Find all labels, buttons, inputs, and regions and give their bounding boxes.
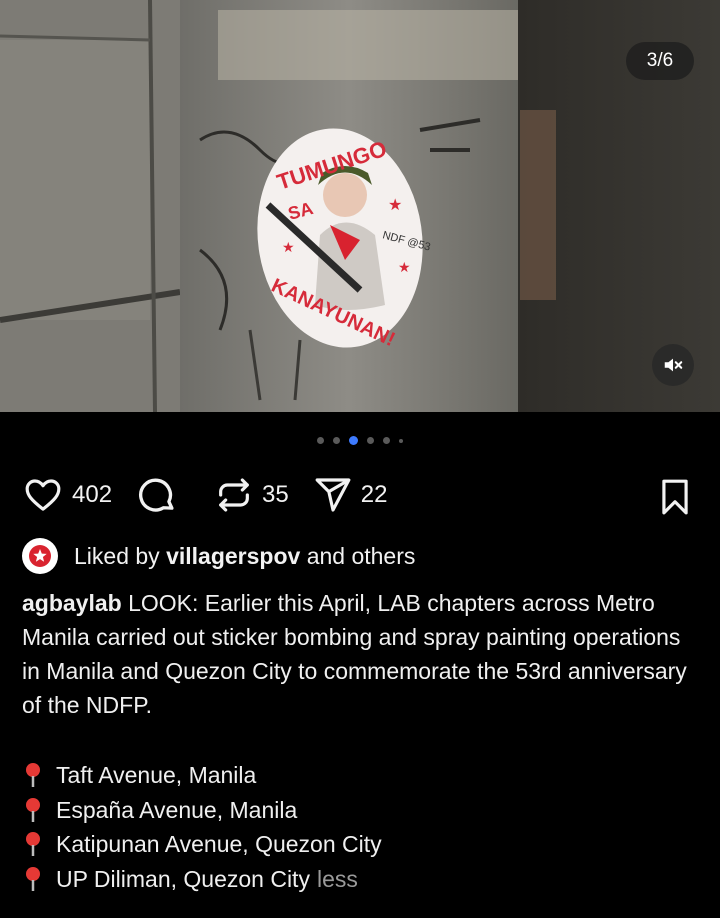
round-pushpin-icon <box>26 866 40 891</box>
comment-icon <box>139 478 174 512</box>
liked-by[interactable]: Liked by villagerspov and others <box>22 538 415 574</box>
comment-button[interactable] <box>136 474 178 516</box>
svg-text:★: ★ <box>282 239 295 255</box>
post-caption: agbaylab LOOK: Earlier this April, LAB c… <box>22 586 702 722</box>
carousel-dot <box>383 437 390 444</box>
repost-button[interactable]: 35 <box>214 475 289 515</box>
liker-avatar[interactable] <box>22 538 58 574</box>
location-text: UP Diliman, Quezon City <box>56 865 310 892</box>
svg-text:★: ★ <box>388 197 402 214</box>
photo-background: TUMUNGO SA KANAYUNAN! NDF @53 ★ ★ ★ <box>0 0 720 412</box>
location-text: España Avenue, Manila <box>56 796 298 823</box>
mute-button[interactable] <box>652 344 694 386</box>
round-pushpin-icon <box>26 832 40 857</box>
repost-count: 35 <box>262 481 289 508</box>
carousel-indicator <box>0 436 720 445</box>
repost-icon <box>219 478 249 512</box>
caption-username[interactable]: agbaylab <box>22 590 122 616</box>
carousel-dot <box>333 437 340 444</box>
send-icon <box>315 478 351 512</box>
liked-by-prefix: Liked by <box>74 542 160 569</box>
save-button[interactable] <box>658 478 692 521</box>
location-text: Katipunan Avenue, Quezon City <box>56 831 382 857</box>
carousel-dot <box>317 437 324 444</box>
bookmark-icon <box>662 479 688 515</box>
post-image[interactable]: TUMUNGO SA KANAYUNAN! NDF @53 ★ ★ ★ 3/6 <box>0 0 720 412</box>
speaker-muted-icon <box>664 358 683 372</box>
share-button[interactable]: 22 <box>313 475 388 515</box>
round-pushpin-icon <box>26 763 40 788</box>
share-count: 22 <box>360 481 388 508</box>
like-count: 402 <box>72 481 113 508</box>
liked-by-suffix: and others <box>306 542 416 569</box>
carousel-dot <box>367 437 374 444</box>
image-counter: 3/6 <box>626 42 694 80</box>
carousel-dot <box>399 438 403 443</box>
svg-text:★: ★ <box>398 259 411 275</box>
location-item: España Avenue, Manila <box>22 793 382 828</box>
carousel-dot-active <box>349 436 358 445</box>
location-text: Taft Avenue, Manila <box>56 762 257 788</box>
red-star-icon <box>29 545 51 567</box>
heart-icon <box>25 479 61 511</box>
less-link[interactable]: less <box>317 862 358 897</box>
like-button[interactable]: 402 <box>22 475 112 515</box>
location-list: Taft Avenue, Manila España Avenue, Manil… <box>22 758 382 896</box>
caption-text: LOOK: Earlier this April, LAB chapters a… <box>22 590 687 718</box>
location-item: UP Diliman, Quezon City less <box>22 862 382 897</box>
round-pushpin-icon <box>26 797 40 822</box>
location-item: Katipunan Avenue, Quezon City <box>22 827 382 862</box>
action-bar: 402 35 22 <box>22 472 698 518</box>
location-item: Taft Avenue, Manila <box>22 758 382 793</box>
liked-by-user[interactable]: villagerspov <box>166 543 300 570</box>
